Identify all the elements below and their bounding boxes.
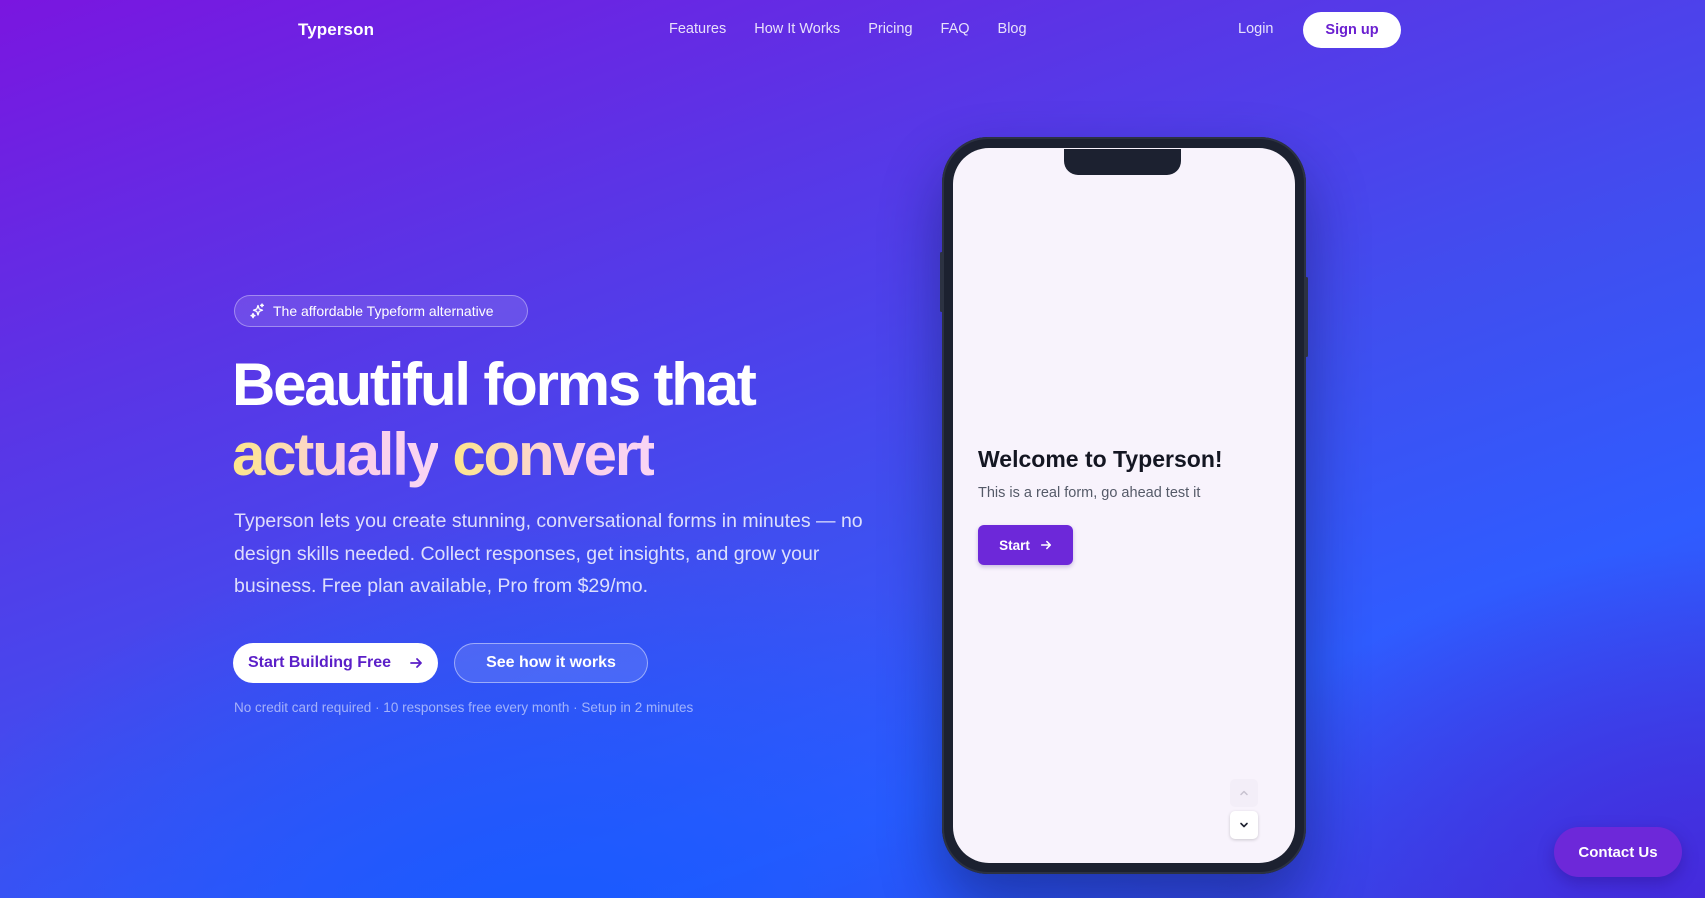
hero-badge: The affordable Typeform alternative xyxy=(234,295,528,327)
see-how-it-works-button[interactable]: See how it works xyxy=(454,643,648,683)
arrow-right-icon xyxy=(410,658,422,668)
form-next-button[interactable] xyxy=(1230,811,1258,839)
hero-fineprint: No credit card required · 10 responses f… xyxy=(234,700,694,715)
nav-link-features[interactable]: Features xyxy=(669,21,726,37)
phone-mockup: Welcome to Typerson! This is a real form… xyxy=(940,137,1308,874)
headline-highlight-a: actually xyxy=(232,421,440,488)
phone-notch xyxy=(1064,149,1181,175)
form-subtitle: This is a real form, go ahead test it xyxy=(978,485,1201,501)
nav-link-faq[interactable]: FAQ xyxy=(941,21,970,37)
nav-link-how-it-works[interactable]: How It Works xyxy=(754,21,840,37)
arrow-right-icon xyxy=(1040,540,1051,550)
form-start-button[interactable]: Start xyxy=(978,525,1073,565)
nav-link-blog[interactable]: Blog xyxy=(998,21,1027,37)
top-nav: Typerson Features How It Works Pricing F… xyxy=(0,0,1705,60)
start-building-label: Start Building Free xyxy=(247,654,392,671)
form-title: Welcome to Typerson! xyxy=(978,446,1223,472)
logo[interactable]: Typerson xyxy=(298,20,374,40)
hero-headline: Beautiful forms that actually convert xyxy=(232,350,757,490)
login-link[interactable]: Login xyxy=(1238,21,1273,37)
contact-us-button[interactable]: Contact Us xyxy=(1554,827,1682,877)
phone-side-button xyxy=(940,252,943,312)
sparkles-icon xyxy=(250,303,265,319)
chevron-up-icon xyxy=(1240,790,1248,796)
chevron-down-icon xyxy=(1240,822,1248,828)
start-building-button[interactable]: Start Building Free xyxy=(233,643,438,683)
hero-description: Typerson lets you create stunning, conve… xyxy=(234,510,863,597)
badge-text: The affordable Typeform alternative xyxy=(273,303,494,319)
phone-power-button xyxy=(1305,277,1308,357)
nav-links: Features How It Works Pricing FAQ Blog xyxy=(669,21,1027,37)
signup-button[interactable]: Sign up xyxy=(1303,12,1401,48)
nav-link-pricing[interactable]: Pricing xyxy=(868,21,912,37)
phone-screen: Welcome to Typerson! This is a real form… xyxy=(953,148,1295,863)
headline-highlight-b: convert xyxy=(452,421,656,488)
form-start-label: Start xyxy=(999,537,1030,553)
form-previous-button[interactable] xyxy=(1230,779,1258,807)
headline-line-1: Beautiful forms that xyxy=(232,351,757,418)
